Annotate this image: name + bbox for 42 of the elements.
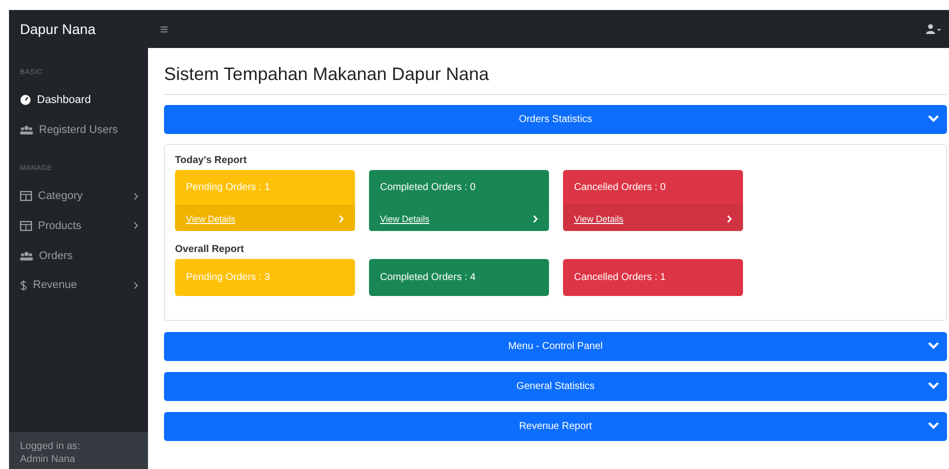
- panel-header[interactable]: General Statistics: [164, 372, 947, 401]
- menu-toggle[interactable]: ≡: [160, 21, 168, 37]
- sidebar-item[interactable]: Dashboard: [9, 85, 148, 115]
- chevron-right-icon: [533, 214, 538, 222]
- chevron-down-icon: [928, 115, 939, 122]
- panel-header[interactable]: Menu - Control Panel: [164, 332, 947, 361]
- dashboard-icon: [20, 94, 31, 106]
- dollar-icon: [20, 280, 27, 291]
- report-heading: Overall Report: [175, 244, 245, 255]
- chevron-right-icon: [134, 222, 138, 230]
- chevron-down-icon: [928, 382, 939, 389]
- panel-header[interactable]: Revenue Report: [164, 412, 947, 441]
- sidebar-item[interactable]: Registerd Users: [9, 114, 148, 144]
- panel-header[interactable]: Orders Statistics: [164, 105, 947, 134]
- view-details-link[interactable]: View Details: [380, 214, 430, 224]
- stat-text: Completed Orders : 0: [380, 182, 476, 193]
- sidebar-item[interactable]: Category: [9, 181, 148, 212]
- sidebar-item[interactable]: Products: [9, 211, 148, 241]
- view-details-link[interactable]: View Details: [574, 214, 624, 224]
- stat-text: Pending Orders : 1: [186, 182, 270, 193]
- sidebar-item[interactable]: Revenue: [9, 270, 148, 300]
- chevron-down-icon: [928, 342, 939, 349]
- chevron-right-icon: [134, 282, 138, 289]
- page-title: Sistem Tempahan Makanan Dapur Nana: [164, 64, 947, 95]
- chevron-down-icon: [928, 422, 939, 429]
- table-icon: [20, 191, 32, 202]
- report-heading: Today's Report: [175, 155, 248, 166]
- chevron-right-icon: [339, 214, 344, 222]
- user-name: Admin Nana: [20, 453, 76, 466]
- users-icon: [20, 250, 33, 261]
- chevron-right-icon: [134, 192, 138, 200]
- stat-text: Cancelled Orders : 0: [574, 182, 666, 193]
- stat-text: Cancelled Orders : 1: [574, 272, 666, 283]
- brand-name[interactable]: Dapur Nana: [9, 21, 148, 37]
- user-menu-icon[interactable]: [926, 24, 941, 34]
- table-icon: [20, 220, 32, 231]
- logged-in-caption: Logged in as:: [20, 440, 82, 453]
- users-icon: [20, 124, 33, 135]
- stat-text: Completed Orders : 4: [380, 272, 476, 283]
- sidebar-item[interactable]: Orders: [9, 240, 148, 270]
- chevron-right-icon: [727, 214, 732, 222]
- stat-text: Pending Orders : 3: [186, 272, 270, 283]
